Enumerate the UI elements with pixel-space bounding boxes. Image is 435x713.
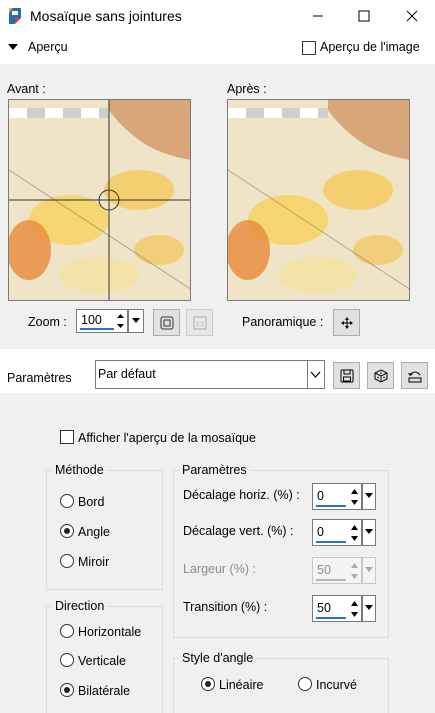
v-offset-slider-icon[interactable] (362, 519, 376, 546)
collapse-arrow-icon[interactable] (8, 43, 18, 51)
zoom-fit-button[interactable] (153, 309, 180, 336)
reset-preset-button[interactable] (401, 362, 428, 389)
show-mosaic-preview-label: Afficher l'aperçu de la mosaïque (78, 431, 256, 445)
v-offset-value: 0 (317, 525, 324, 539)
method-bord-label: Bord (78, 495, 105, 509)
zoom-underline (80, 328, 114, 330)
close-icon (406, 10, 418, 22)
width-spin-arrows-icon[interactable] (349, 559, 360, 583)
transition-label: Transition (%) : (183, 600, 268, 614)
corner-linear-label: Linéaire (219, 678, 264, 692)
zoom-value: 100 (81, 313, 102, 327)
width-underline (316, 579, 346, 581)
v-offset-input[interactable]: 0 (312, 519, 362, 546)
after-image-content (228, 100, 409, 300)
width-slider-icon[interactable] (362, 557, 376, 584)
method-angle-label: Angle (78, 525, 110, 539)
title-bar: Mosaïque sans jointures (0, 0, 435, 32)
width-value: 50 (317, 563, 331, 577)
zoom-actual-size-button[interactable]: 1:1 (186, 309, 213, 336)
method-group-title: Méthode (52, 463, 107, 477)
image-preview-checkbox[interactable] (302, 41, 316, 55)
transition-spin-arrows-icon[interactable] (349, 597, 360, 621)
preview-section-label: Aperçu (28, 40, 68, 54)
direction-group-title: Direction (52, 599, 108, 613)
zoom-spin-arrows-icon[interactable] (115, 311, 126, 331)
before-label: Avant : (7, 82, 46, 96)
transition-value: 50 (317, 601, 331, 615)
close-button[interactable] (389, 0, 435, 32)
direction-bilateral-label: Bilatérale (78, 684, 131, 698)
width-input[interactable]: 50 (312, 557, 362, 584)
pan-button[interactable] (333, 309, 360, 336)
svg-text:1:1: 1:1 (196, 322, 205, 328)
direction-vertical-radio[interactable] (60, 653, 74, 667)
save-disk-icon (340, 369, 353, 382)
maximize-button[interactable] (341, 0, 387, 32)
method-angle-radio[interactable] (60, 524, 74, 538)
method-bord-radio[interactable] (60, 494, 74, 508)
after-image (227, 99, 410, 301)
after-label: Après : (227, 82, 267, 96)
transition-input[interactable]: 50 (312, 595, 362, 622)
method-miroir-label: Miroir (78, 555, 110, 569)
before-image-content (9, 100, 190, 300)
v-offset-underline (316, 541, 346, 543)
zoom-dropdown-icon[interactable] (128, 309, 144, 333)
pan-label: Panoramique : (242, 315, 324, 329)
reset-undo-icon (407, 371, 421, 382)
random-preset-button[interactable] (367, 362, 394, 389)
window-title: Mosaïque sans jointures (30, 8, 182, 24)
minimize-icon (313, 15, 323, 17)
method-miroir-radio[interactable] (60, 554, 74, 568)
before-image[interactable] (8, 99, 191, 301)
minimize-button[interactable] (295, 0, 341, 32)
image-preview-label: Aperçu de l'image (320, 40, 420, 54)
presets-dropdown[interactable]: Par défaut (95, 360, 325, 389)
corner-curved-label: Incurvé (316, 678, 357, 692)
direction-vertical-label: Verticale (78, 654, 126, 668)
preview-header: Aperçu Aperçu de l'image (0, 32, 435, 64)
parameters-group-title: Paramètres (179, 463, 250, 477)
transition-slider-icon[interactable] (362, 595, 376, 622)
transition-underline (316, 617, 346, 619)
corner-curved-radio[interactable] (298, 677, 312, 691)
h-offset-input[interactable]: 0 (312, 483, 362, 510)
pan-move-icon (340, 316, 353, 329)
presets-label: Paramètres (7, 371, 72, 385)
h-offset-label: Décalage horiz. (%) : (183, 488, 300, 502)
presets-selected: Par défaut (98, 367, 156, 381)
width-label: Largeur (%) : (183, 562, 256, 576)
show-mosaic-preview-checkbox[interactable] (60, 430, 74, 444)
zoom-fit-icon (160, 316, 173, 329)
direction-horizontal-label: Horizontale (78, 625, 142, 639)
corner-style-group-title: Style d'angle (179, 651, 257, 665)
app-icon (9, 8, 21, 24)
direction-bilateral-radio[interactable] (60, 683, 74, 697)
v-offset-label: Décalage vert. (%) : (183, 524, 294, 538)
zoom-input[interactable]: 100 (76, 309, 128, 333)
v-offset-spin-arrows-icon[interactable] (349, 521, 360, 545)
presets-chevron-down-icon (307, 361, 321, 388)
zoom-actual-size-icon: 1:1 (193, 316, 206, 329)
maximize-icon (358, 10, 370, 22)
h-offset-underline (316, 505, 346, 507)
corner-linear-radio[interactable] (201, 677, 215, 691)
zoom-label: Zoom : (28, 315, 67, 329)
save-preset-button[interactable] (333, 362, 360, 389)
h-offset-value: 0 (317, 489, 324, 503)
direction-horizontal-radio[interactable] (60, 624, 74, 638)
h-offset-slider-icon[interactable] (362, 483, 376, 510)
h-offset-spin-arrows-icon[interactable] (349, 485, 360, 509)
dice-icon (374, 368, 387, 383)
